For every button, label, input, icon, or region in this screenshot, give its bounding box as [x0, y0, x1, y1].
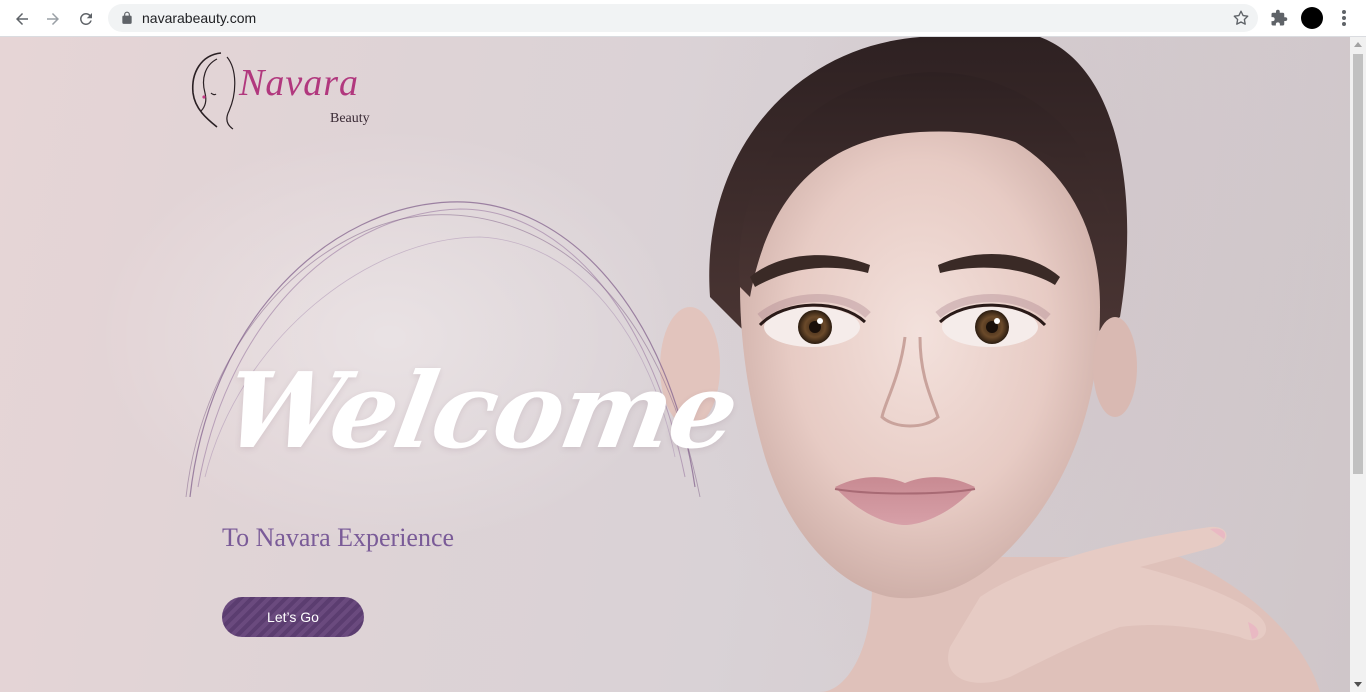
hero-subtitle: To Navara Experience: [222, 523, 455, 552]
logo-subtitle: Beauty: [330, 111, 370, 126]
reload-icon: [80, 12, 92, 25]
page-scrollbar[interactable]: [1350, 37, 1366, 692]
scroll-down-arrow-icon[interactable]: [1354, 682, 1362, 687]
menu-icon[interactable]: [1336, 8, 1352, 28]
address-bar[interactable]: navarabeauty.com: [108, 4, 1258, 32]
back-button[interactable]: [9, 6, 35, 32]
lock-icon: [122, 11, 132, 24]
hero-section: Navara Beauty Welcome To Navara Experien…: [0, 37, 1350, 692]
extensions-icon[interactable]: [1270, 9, 1288, 27]
forward-button[interactable]: [40, 6, 66, 32]
reload-button[interactable]: [73, 6, 99, 32]
scroll-thumb[interactable]: [1353, 54, 1363, 474]
profile-avatar[interactable]: [1301, 7, 1323, 29]
star-icon[interactable]: [1232, 9, 1250, 27]
lets-go-button[interactable]: Let’s Go: [222, 597, 364, 637]
site-logo[interactable]: Navara Beauty: [183, 49, 388, 131]
scroll-up-arrow-icon[interactable]: [1354, 42, 1362, 47]
welcome-heading: Welcome: [215, 349, 746, 472]
browser-toolbar: navarabeauty.com: [0, 0, 1366, 37]
back-arrow-icon: [16, 13, 28, 25]
logo-wordmark: Navara: [239, 62, 359, 104]
forward-arrow-icon: [47, 13, 59, 25]
url-text: navarabeauty.com: [142, 10, 257, 26]
woman-silhouette-icon: [192, 52, 236, 130]
